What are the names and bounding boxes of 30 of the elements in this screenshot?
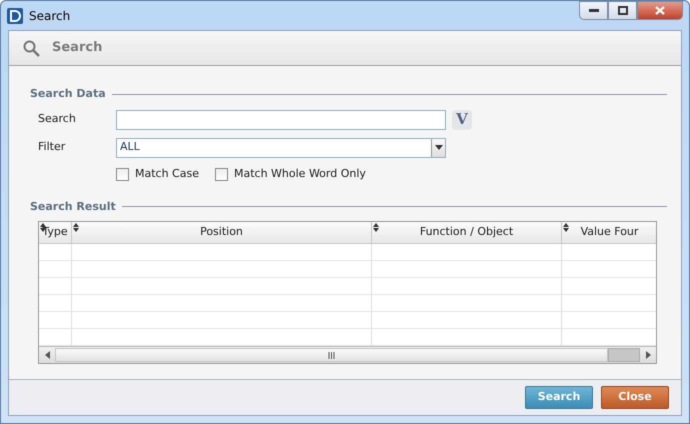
- column-header[interactable]: Type: [39, 222, 72, 243]
- minimize-icon: [588, 8, 598, 12]
- field-label: Filter: [38, 139, 66, 156]
- window-title: Search: [29, 8, 70, 24]
- column-header[interactable]: Value Four: [562, 222, 656, 243]
- grip-icon: [328, 352, 335, 358]
- scrollbar-thumb[interactable]: [608, 348, 640, 362]
- checkbox-label: Match Whole Word Only: [234, 166, 366, 182]
- section-title: Search Result: [30, 198, 116, 214]
- checkbox[interactable]: [214, 168, 228, 181]
- checkbox[interactable]: [116, 168, 129, 181]
- close-button[interactable]: [637, 1, 683, 20]
- header-title: Search: [52, 39, 102, 58]
- sort-icon[interactable]: [563, 223, 569, 232]
- column-header[interactable]: Position: [72, 222, 372, 243]
- maximize-button[interactable]: [608, 1, 637, 20]
- filter-dropdown[interactable]: ALL: [116, 138, 446, 158]
- checkbox-label: Match Case: [135, 166, 199, 182]
- sort-icon[interactable]: [73, 223, 79, 232]
- maximize-icon: [618, 6, 628, 15]
- search-field[interactable]: [116, 110, 446, 130]
- field-label: Search: [38, 111, 77, 128]
- close-icon: [655, 6, 665, 15]
- minimize-button[interactable]: [579, 1, 608, 20]
- v-button[interactable]: V: [452, 110, 472, 130]
- section-title: Search Data: [30, 86, 106, 102]
- search-icon: [23, 40, 40, 56]
- app-logo-icon: [7, 8, 23, 24]
- column-header[interactable]: Function / Object: [372, 222, 562, 243]
- sort-icon[interactable]: [373, 223, 379, 232]
